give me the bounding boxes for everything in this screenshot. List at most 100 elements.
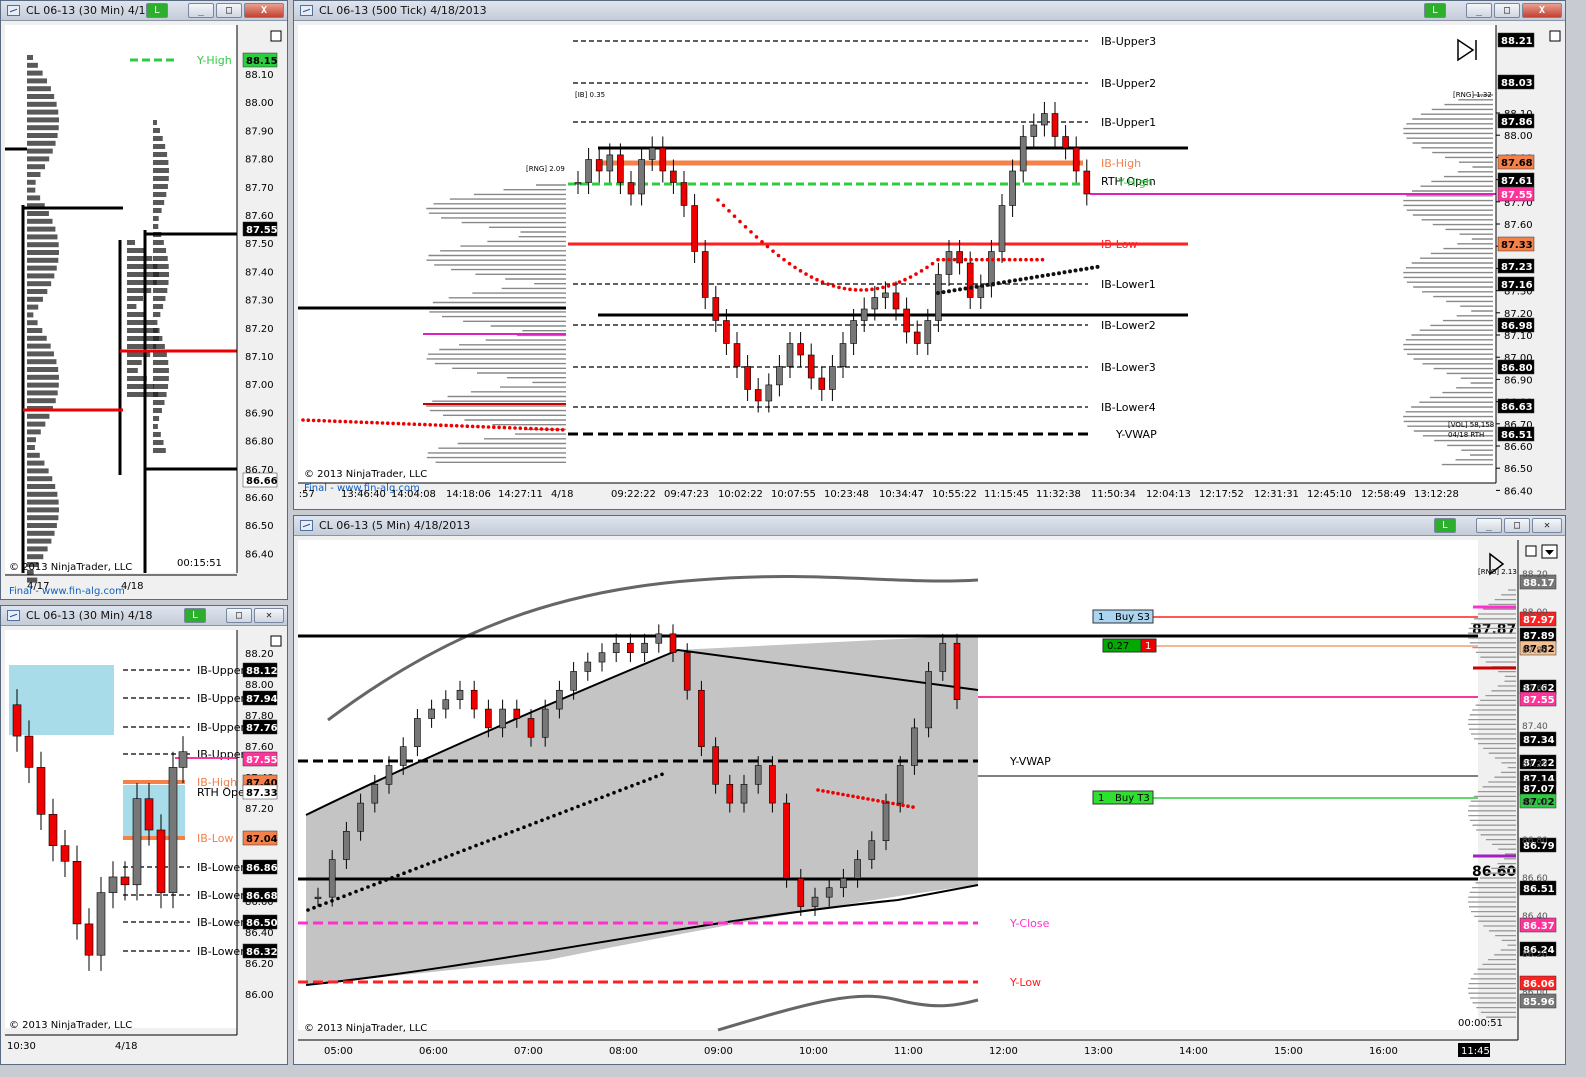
vwap-dot: [380, 421, 385, 425]
window-titlebar[interactable]: CL 06-13 (30 Min) 4/18 L □ ✕: [1, 606, 287, 626]
maximize-button[interactable]: □: [1504, 518, 1530, 533]
tpo-letters: [27, 398, 56, 404]
close-button[interactable]: X: [244, 3, 284, 18]
window-titlebar[interactable]: CL 06-13 (500 Tick) 4/18/2013 L _ □ X: [294, 1, 1565, 21]
maximize-button[interactable]: □: [216, 3, 242, 18]
price-tag-label: 88.03: [1501, 78, 1533, 89]
tpo-letters: [27, 367, 59, 372]
candlestick-chart-30min[interactable]: IB-UpperIB-UpperIB-UpperIB-UpperIB-HighR…: [5, 630, 285, 1062]
x-tick-label: 12:04:13: [1146, 489, 1191, 500]
window-titlebar[interactable]: CL 06-13 (30 Min) 4/18 L _ □ X: [1, 1, 287, 21]
rng-note: [RNG] 2.09: [526, 165, 565, 173]
tpo-letters: [27, 468, 49, 474]
vwap-dot: [486, 425, 491, 429]
minimize-button[interactable]: _: [188, 3, 214, 18]
price-candle: [925, 671, 932, 729]
price-candle: [574, 182, 582, 185]
price-candle: [683, 652, 691, 691]
y-tick-label: 87.00: [1522, 798, 1548, 808]
price-candle: [797, 878, 805, 907]
tpo-letters: [27, 312, 34, 318]
window-titlebar[interactable]: CL 06-13 (5 Min) 4/18/2013 L _ □ ✕: [294, 516, 1565, 536]
vwap-dot: [354, 420, 358, 424]
x-tick-label: 13:46:40: [341, 489, 386, 500]
price-candle: [617, 154, 624, 183]
tpo-letters: [153, 432, 161, 437]
tpo-letters: [153, 176, 169, 181]
price-tag-label: 86.98: [1501, 321, 1533, 332]
tpo-letters: [27, 523, 57, 528]
ma-dot: [881, 285, 885, 290]
price-candle: [1019, 136, 1027, 172]
candlestick-chart-5min[interactable]: Y-VWAP Y-Close Y-Low 1 Buy S3 0.27 1 1 Buy T3 87.…: [298, 540, 1563, 1062]
pnl-value: 0.27: [1107, 641, 1129, 652]
vwap-dot: [856, 795, 860, 799]
close-button[interactable]: ✕: [1532, 518, 1562, 533]
minimize-button[interactable]: _: [1476, 518, 1502, 533]
vwap-dot: [317, 418, 321, 423]
vwap-dot: [618, 788, 622, 793]
price-candle: [1083, 170, 1091, 195]
vol-sub: 04/18 RTH: [1448, 431, 1484, 439]
maximize-button[interactable]: □: [226, 608, 252, 623]
price-candle: [860, 308, 868, 321]
tpo-letters: [127, 320, 154, 325]
tpo-letters: [27, 382, 59, 388]
y-tick-label: 88.00: [1522, 608, 1548, 618]
tpo-letters: [27, 133, 58, 138]
link-button[interactable]: L: [184, 608, 206, 623]
price-candle: [840, 878, 847, 889]
ma-dot: [1090, 265, 1094, 270]
ma-dot: [1068, 269, 1072, 274]
ma-dot: [1018, 257, 1023, 262]
level-label: IB-Upper1: [1101, 116, 1156, 129]
vwap-dot: [564, 809, 568, 813]
level-label: IB-Upper: [197, 692, 246, 705]
ma-dot: [1084, 266, 1089, 271]
link-button[interactable]: L: [1434, 518, 1456, 533]
tpo-letters: [27, 445, 35, 450]
fin-alg-link[interactable]: Final - www.fin-alg.com: [9, 586, 125, 597]
vwap-dot: [386, 421, 390, 426]
ma-dot: [831, 284, 836, 288]
price-candle: [48, 814, 58, 846]
price-candle: [1072, 147, 1080, 172]
market-profile-chart[interactable]: Y-High 88.10 88.00 87.90 87.80 87.70 87.60 87.5…: [5, 25, 285, 599]
price-candle: [892, 292, 900, 310]
vwap-dot: [582, 802, 586, 806]
price-candle: [911, 727, 918, 766]
tpo-letters: [27, 296, 43, 302]
x-tick-label: 14:04:08: [391, 489, 436, 500]
price-tag-label: 88.12: [246, 666, 278, 677]
ma-dot: [936, 257, 940, 262]
vwap-dot: [486, 839, 490, 843]
vwap-dot: [498, 834, 502, 839]
vwap-dot: [552, 813, 556, 818]
link-button[interactable]: L: [1424, 3, 1446, 18]
tick-chart-500[interactable]: IB-Upper3IB-Upper2IB-Upper1IB-HighRTH Op…: [298, 25, 1563, 507]
price-candle: [178, 751, 188, 768]
price-candle: [385, 765, 393, 785]
vwap-dot: [654, 774, 658, 779]
tpo-letters: [27, 179, 36, 185]
y-tick-label: 86.40: [245, 549, 274, 560]
minimize-button[interactable]: _: [1466, 3, 1492, 18]
tpo-letters: [127, 280, 157, 285]
x-tick-label: 4/18: [115, 1041, 137, 1052]
maximize-button[interactable]: □: [1494, 3, 1520, 18]
vwap-dot: [370, 420, 374, 425]
close-button[interactable]: ✕: [254, 608, 284, 623]
close-button[interactable]: X: [1522, 3, 1562, 18]
price-candle: [556, 689, 563, 710]
ma-dot: [870, 287, 874, 292]
tpo-letters: [127, 344, 157, 349]
level-label: IB-Upper3: [1101, 35, 1156, 48]
price-candle: [414, 718, 421, 747]
x-tick-label: 13:00: [1084, 1046, 1113, 1057]
vwap-dot: [518, 426, 523, 431]
ma-dot: [765, 244, 770, 249]
vwap-dot: [318, 903, 322, 908]
ma-dot: [952, 257, 957, 262]
vwap-dot: [642, 779, 646, 783]
link-button[interactable]: L: [146, 3, 168, 18]
